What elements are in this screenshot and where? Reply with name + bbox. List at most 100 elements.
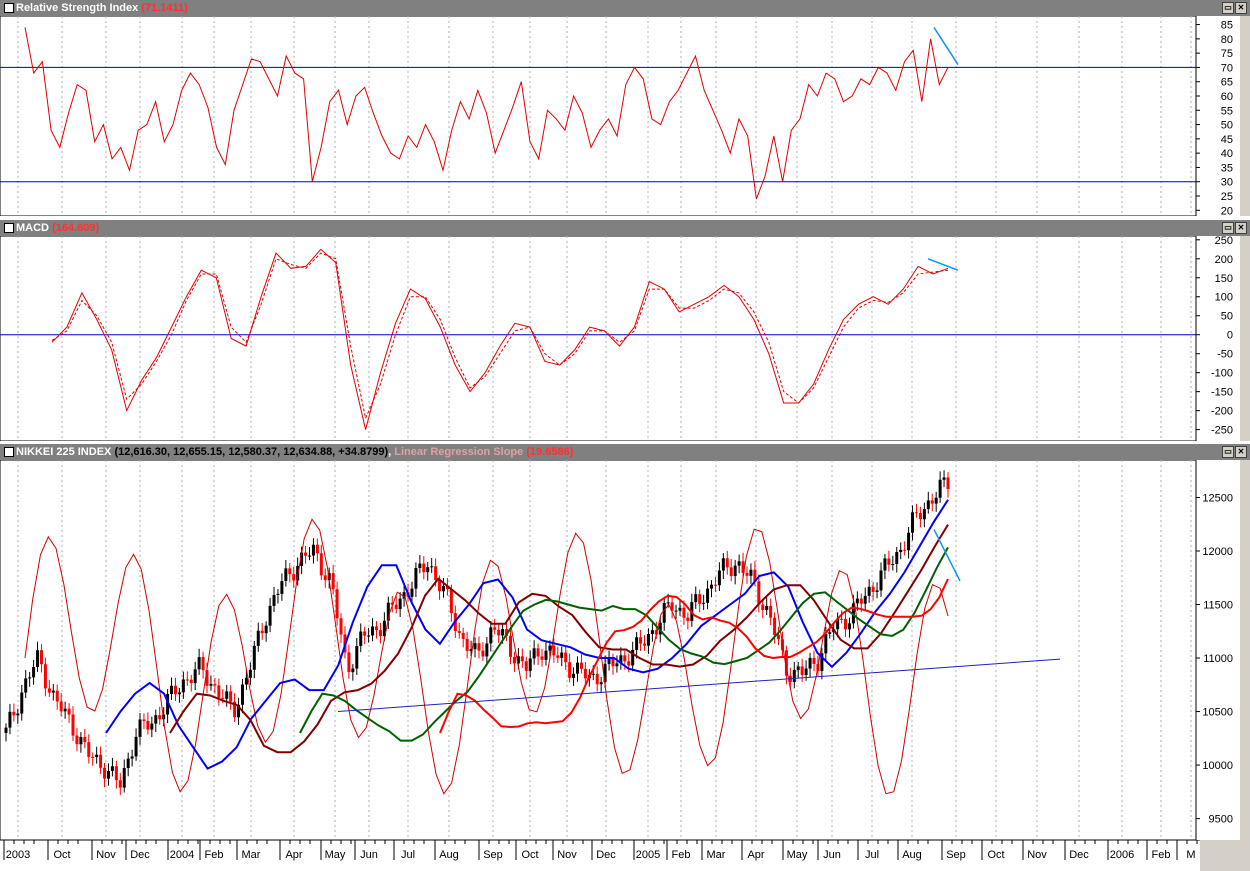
y-tick-label: 35 [1221,162,1233,174]
x-axis: 2003 Oct Nov Dec 2004 Feb Mar Apr May Jun Jul Aug Se… [0,840,1250,871]
price-candle [674,610,678,612]
x-tick-label: Sep [483,849,503,861]
price-candle [449,589,453,614]
price-candle [118,780,122,788]
price-candle [875,590,879,592]
price-candle [635,637,639,650]
price-candle [481,650,485,657]
y-tick-label: 10000 [1202,760,1233,772]
price-candle [710,584,714,589]
price-candle [899,549,903,553]
y-tick-label: -50 [1217,349,1233,361]
price-candle [694,594,698,603]
close-icon[interactable]: ✕ [1235,446,1247,458]
price-candle [95,754,99,758]
y-tick-label: -200 [1211,406,1233,418]
price-candle [524,661,528,671]
price-candle [457,631,461,634]
price-candle [374,626,378,631]
price-candle [552,645,556,656]
panel-menu-icon[interactable] [4,3,14,13]
x-tick-label: Mar [707,849,726,861]
price-candle [485,643,489,657]
y-tick-label: 9500 [1209,814,1233,826]
price-candle [181,679,185,693]
price-candle [808,657,812,669]
price-candle [686,617,690,622]
price-candle [745,572,749,576]
price-candle [556,655,560,658]
x-tick-label: Feb [672,849,691,861]
x-tick-label: Feb [1152,849,1171,861]
price-candle [926,500,930,510]
panel-menu-icon[interactable] [4,447,14,457]
rsi-title-bar[interactable]: Relative Strength Index (71.1411) ▭ ✕ [0,0,1250,16]
y-tick-label: 50 [1221,120,1233,132]
price-candle [280,581,284,594]
x-tick-label: Oct [53,849,70,861]
price-candle [501,629,505,636]
price-candle [489,627,493,644]
price-candle [509,635,513,657]
y-tick-label: 12500 [1202,492,1233,504]
price-candle [201,657,205,671]
price-candle [477,643,481,651]
price-candle [804,668,808,676]
price-candle [583,668,587,679]
price-candle [225,691,229,699]
scrollbar [1240,16,1250,216]
price-candle [209,683,213,686]
restore-icon[interactable]: ▭ [1222,2,1234,14]
x-tick-label: Dec [130,849,150,861]
y-tick-label: 45 [1221,134,1233,146]
restore-icon[interactable]: ▭ [1222,446,1234,458]
x-tick-label: Jul [865,849,879,861]
price-candle [138,719,142,737]
x-tick-label: Jun [360,849,378,861]
price-candle [706,588,710,603]
restore-icon[interactable]: ▭ [1222,222,1234,234]
price-candle [934,497,938,504]
price-candle [319,553,323,576]
price-candle [363,631,367,636]
price-candle [252,645,256,670]
nikkei-title-bar[interactable]: NIKKEI 225 INDEX (12,616.30, 12,655.15, … [0,444,1250,460]
price-candle [43,664,47,689]
price-candle [20,692,24,714]
macd-title-bar[interactable]: MACD (164.609) ▭ ✕ [0,220,1250,236]
plot-area [0,16,1197,216]
price-candle [335,589,339,619]
price-candle [217,685,221,698]
panel-menu-icon[interactable] [4,223,14,233]
price-candle [863,595,867,604]
price-candle [650,630,654,635]
x-tick-label: Feb [205,849,224,861]
macd-value: (164.609) [52,222,100,234]
close-icon[interactable]: ✕ [1235,222,1247,234]
x-tick-label: M [1186,849,1195,861]
y-tick-label: 10500 [1202,707,1233,719]
macd-chart: 250 200 150 100 50 0 -50 -100 -150 -200 -250 [0,236,1250,441]
price-candle [914,512,918,514]
price-candle [32,666,36,678]
price-candle [240,684,244,705]
price-candle [678,607,682,611]
y-tick-label: 25 [1221,191,1233,203]
close-icon[interactable]: ✕ [1235,2,1247,14]
price-candle [713,584,717,586]
price-candle [284,568,288,582]
price-candle [895,552,899,565]
indicator-value: (19.6586) [526,446,574,458]
price-candle [268,605,272,626]
macd-panel: MACD (164.609) ▭ ✕ 250 200 150 100 50 0 -50 -10… [0,220,1250,442]
y-tick-label: 0 [1227,330,1233,342]
y-tick-label: -250 [1211,425,1233,437]
price-candle [611,658,615,667]
price-candle [158,715,162,720]
price-candle [378,630,382,637]
price-candle [883,558,887,571]
price-candle [359,631,363,646]
price-candle [599,682,603,685]
price-candle [639,637,643,644]
y-tick-label: 11000 [1203,653,1233,665]
